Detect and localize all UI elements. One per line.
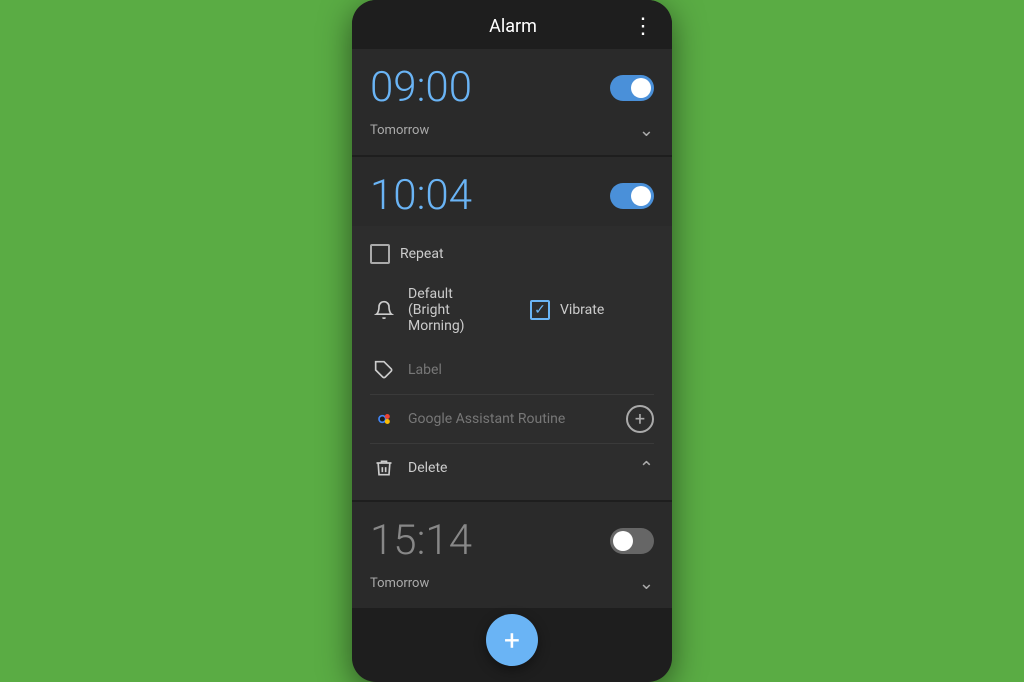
repeat-label: Repeat [400, 246, 444, 262]
label-icon [370, 356, 398, 384]
more-options-icon[interactable]: ⋮ [632, 14, 654, 39]
alarm-1-subtitle-row[interactable]: Tomorrow ⌄ [352, 118, 672, 155]
alarm-1-chevron-icon: ⌄ [639, 120, 654, 141]
alarm-3-time[interactable]: 15:14 [370, 516, 472, 565]
assistant-routine-row[interactable]: Google Assistant Routine + [352, 395, 672, 443]
alarm-3-subtitle-row[interactable]: Tomorrow ⌄ [352, 571, 672, 608]
ringtone-vibrate-row: Default (Bright Morning) ✓ Vibrate [352, 274, 672, 346]
delete-row[interactable]: Delete ⌃ [352, 444, 672, 492]
vibrate-option[interactable]: ✓ Vibrate [512, 292, 672, 328]
alarm-item-3: 15:14 Tomorrow ⌄ [352, 502, 672, 608]
add-routine-button[interactable]: + [626, 405, 654, 433]
label-placeholder: Label [408, 362, 442, 378]
assistant-icon [370, 405, 398, 433]
repeat-row[interactable]: Repeat [352, 234, 672, 274]
alarm-2-toggle[interactable] [610, 183, 654, 209]
ringtone-label: Default (Bright Morning) [408, 286, 494, 334]
delete-label: Delete [408, 460, 447, 476]
alarm-item-1: 09:00 Tomorrow ⌄ [352, 49, 672, 155]
alarm-3-chevron-icon: ⌄ [639, 573, 654, 594]
delete-left: Delete [370, 454, 447, 482]
vibrate-label: Vibrate [560, 302, 604, 318]
add-alarm-icon: + [504, 624, 520, 657]
ringtone-option[interactable]: Default (Bright Morning) [352, 278, 512, 342]
alarm-item-2: 10:04 Repeat [352, 157, 672, 500]
alarm-1-subtitle: Tomorrow [370, 123, 429, 138]
alarm-3-subtitle: Tomorrow [370, 576, 429, 591]
alarm-3-row: 15:14 [352, 502, 672, 571]
alarm-2-collapse-icon[interactable]: ⌃ [639, 458, 654, 479]
top-bar: Alarm ⋮ [352, 0, 672, 49]
repeat-checkbox[interactable] [370, 244, 390, 264]
alarm-1-row: 09:00 [352, 49, 672, 118]
phone-screen: Alarm ⋮ 09:00 Tomorrow ⌄ 10:04 [352, 0, 672, 682]
alarm-2-row: 10:04 [352, 157, 672, 226]
bell-icon [370, 296, 398, 324]
add-alarm-button[interactable]: + [486, 614, 538, 666]
assistant-routine-label: Google Assistant Routine [408, 411, 565, 427]
alarm-3-toggle[interactable] [610, 528, 654, 554]
label-row[interactable]: Label [352, 346, 672, 394]
alarm-2-time[interactable]: 10:04 [370, 171, 472, 220]
vibrate-checkbox[interactable]: ✓ [530, 300, 550, 320]
alarm-1-toggle[interactable] [610, 75, 654, 101]
alarm-list: 09:00 Tomorrow ⌄ 10:04 Repeat [352, 49, 672, 682]
alarm-2-details: Repeat Default (Bright Morning) [352, 226, 672, 500]
delete-icon [370, 454, 398, 482]
alarm-1-time[interactable]: 09:00 [370, 63, 472, 112]
page-title: Alarm [394, 16, 632, 37]
